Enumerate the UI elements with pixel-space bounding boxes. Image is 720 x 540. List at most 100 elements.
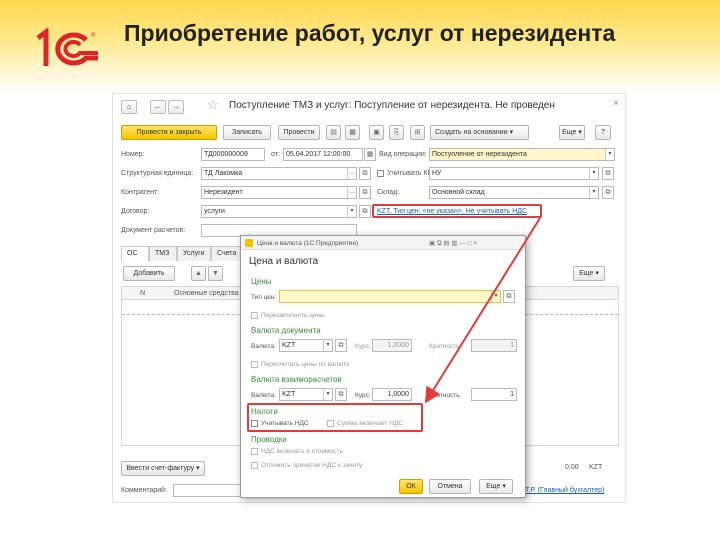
dropdown-icon[interactable]: ▾: [589, 187, 598, 198]
move-down-icon[interactable]: ▼: [208, 266, 223, 281]
open-icon[interactable]: ⧉: [503, 290, 515, 303]
open-icon[interactable]: ⧉: [359, 167, 371, 180]
home-icon[interactable]: ⌂: [121, 100, 137, 114]
date-field[interactable]: 05.04.2017 12:00:00: [283, 148, 363, 161]
operation-field[interactable]: Поступление от нерезидента ▾: [429, 148, 615, 161]
contract-value: услуги: [204, 208, 225, 215]
1c-logo-icon: ®: [36, 28, 98, 66]
rate-field[interactable]: 1,0000: [372, 339, 412, 352]
unit-label: Структурная единица:: [121, 170, 194, 177]
comment-field[interactable]: [173, 484, 243, 497]
open-icon[interactable]: ⧉: [335, 339, 347, 352]
total-currency: KZT: [589, 464, 603, 471]
unit-value: ТД Лакомка: [204, 170, 243, 177]
warehouse-value: Основной склад: [432, 189, 485, 196]
warehouse-field[interactable]: Основной склад ▾: [429, 186, 599, 199]
multiplicity-field[interactable]: 1: [471, 339, 517, 352]
back-arrow-icon[interactable]: ←: [150, 100, 166, 114]
number-field[interactable]: ТД000000009: [201, 148, 265, 161]
price-type-label: Тип цен:: [251, 294, 277, 301]
counterparty-field[interactable]: Нерезидент…: [201, 186, 357, 199]
tab-accounts[interactable]: Счета: [211, 246, 241, 261]
dt-kt-icon[interactable]: ▦: [345, 125, 360, 140]
grid-more-label: Еще: [579, 270, 594, 277]
column-number: N: [140, 290, 146, 297]
doc-currency-section-title: Валюта документа: [251, 326, 321, 335]
dropdown-icon[interactable]: ▾: [347, 206, 356, 217]
dialog-more-button[interactable]: Еще ▾: [479, 479, 513, 494]
favorite-star-icon[interactable]: ☆: [207, 97, 219, 113]
currency-value: KZT: [282, 342, 296, 349]
svg-text:®: ®: [91, 32, 96, 39]
dialog-window-title: Цена и валюта (1С:Предприятие): [257, 240, 359, 247]
defer-vat-label: Отложить принятие НДС к зачету: [261, 462, 363, 469]
defer-vat-checkbox[interactable]: [251, 462, 258, 469]
help-button[interactable]: ?: [595, 125, 611, 140]
open-icon[interactable]: ⧉: [602, 167, 614, 180]
unit-field[interactable]: ТД Лакомка …: [201, 167, 357, 180]
dropdown-icon[interactable]: ▾: [323, 340, 332, 351]
calendar-icon[interactable]: ▦: [364, 148, 376, 161]
dropdown-icon[interactable]: ▾: [323, 389, 332, 400]
add-row-button[interactable]: Добавить: [123, 266, 175, 281]
currency2-value: KZT: [282, 391, 296, 398]
cancel-button[interactable]: Отмена: [429, 479, 471, 494]
currency-field[interactable]: KZT ▾: [279, 339, 333, 352]
refill-prices-checkbox[interactable]: [251, 312, 258, 319]
save-button[interactable]: Записать: [223, 125, 271, 140]
recalc-prices-checkbox[interactable]: [251, 361, 258, 368]
post-button[interactable]: Провести: [278, 125, 320, 140]
open-icon[interactable]: ⧉: [359, 186, 371, 199]
vat-in-cost-checkbox[interactable]: [251, 448, 258, 455]
dropdown-icon[interactable]: …: [347, 168, 356, 179]
tab-os[interactable]: ОС: [121, 246, 149, 261]
close-icon[interactable]: ×: [613, 98, 619, 109]
kpn-field[interactable]: НУ ▾: [429, 167, 599, 180]
slide-title: Приобретение работ, услуг от нерезидента: [124, 20, 616, 46]
enter-invoice-button[interactable]: Ввести счет-фактуру ▾: [121, 461, 205, 476]
operation-value: Поступление от нерезидента: [432, 151, 527, 158]
vat-in-cost-label: НДС включать в стоимость: [261, 448, 343, 455]
subordinate-docs-icon[interactable]: ⎘: [389, 125, 404, 140]
grid-more-button[interactable]: Еще ▾: [573, 266, 605, 281]
date-label: от:: [271, 151, 280, 158]
warehouse-label: Склад:: [377, 189, 400, 196]
print-icon[interactable]: ▤: [326, 125, 341, 140]
open-icon[interactable]: ⧉: [602, 186, 614, 199]
currency2-label: Валюта:: [251, 392, 276, 399]
dropdown-icon[interactable]: ▾: [605, 149, 614, 160]
related-docs-icon[interactable]: ⊞: [410, 125, 425, 140]
currency2-field[interactable]: KZT ▾: [279, 388, 333, 401]
multiplicity2-label: Кратность:: [429, 392, 462, 399]
dropdown-icon[interactable]: …: [347, 187, 356, 198]
tab-tmz[interactable]: ТМЗ: [149, 246, 177, 261]
document-structure-icon[interactable]: ▣: [369, 125, 384, 140]
price-link-highlight: [372, 204, 542, 218]
contract-field[interactable]: услуги ▾: [201, 205, 357, 218]
open-icon[interactable]: ⧉: [359, 205, 371, 218]
open-icon[interactable]: ⧉: [335, 388, 347, 401]
price-type-field[interactable]: ▾: [279, 290, 501, 303]
more-actions-button[interactable]: Еще ▾: [559, 125, 585, 140]
create-based-on-button[interactable]: Создать на основании ▾: [430, 125, 529, 140]
move-up-icon[interactable]: ▲: [191, 266, 206, 281]
tab-services[interactable]: Услуги: [177, 246, 211, 261]
enter-invoice-label: Ввести счет-фактуру: [126, 465, 195, 472]
forward-arrow-icon[interactable]: →: [168, 100, 184, 114]
responsible-link[interactable]: Т.Р. (Главный бухгалтер): [525, 487, 604, 494]
refill-prices-label: Перезаполнить цены: [261, 312, 325, 319]
window-controls-icon[interactable]: ▣ ⧉ ▤ ▥ — □ ×: [429, 239, 477, 248]
dropdown-icon[interactable]: ▾: [589, 168, 598, 179]
multiplicity2-field[interactable]: 1: [471, 388, 517, 401]
consider-kpn-checkbox[interactable]: [377, 170, 384, 177]
column-fixed-assets: Основные средства: [174, 290, 239, 297]
dropdown-icon[interactable]: ▾: [491, 291, 500, 302]
dialog-more-label: Еще: [486, 483, 501, 490]
rate2-field[interactable]: 1,0000: [372, 388, 412, 401]
post-and-close-button[interactable]: Провести и закрыть: [121, 125, 217, 140]
operation-label: Вид операции:: [379, 151, 427, 158]
currency-label: Валюта:: [251, 343, 276, 350]
slide-header: ® Приобретение работ, услуг от нерезиден…: [0, 0, 720, 92]
ok-button[interactable]: ОК: [399, 479, 423, 494]
contract-label: Договор:: [121, 208, 150, 215]
